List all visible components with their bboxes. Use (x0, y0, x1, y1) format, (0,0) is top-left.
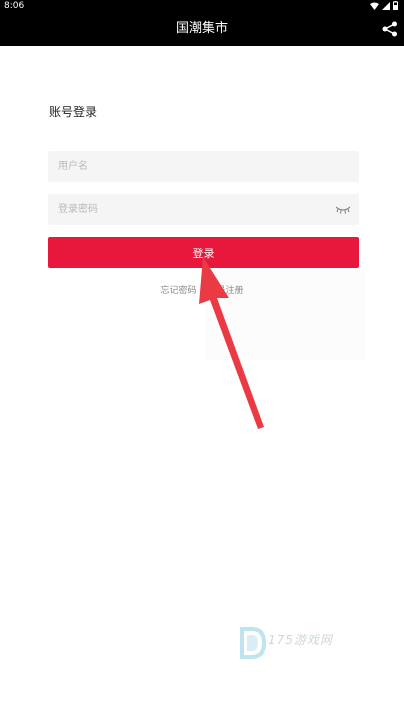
password-field-container (48, 194, 359, 225)
password-input[interactable] (48, 194, 308, 225)
battery-icon (393, 1, 398, 10)
username-field-container (48, 151, 359, 182)
watermark-logo (240, 627, 266, 659)
status-icons (370, 1, 398, 10)
signal-icon (382, 1, 390, 10)
share-icon[interactable] (382, 21, 398, 37)
eye-closed-icon[interactable] (335, 204, 351, 214)
forgot-password-link[interactable]: 忘记密码 (161, 286, 197, 296)
page-title: 国潮集市 (175, 21, 228, 36)
login-section-title: 账号登录 (49, 105, 98, 119)
wifi-icon (370, 2, 379, 10)
watermark-text: 175游戏网 (268, 633, 333, 647)
app-header: 国潮集市 (0, 12, 404, 46)
status-bar: 8:06 (0, 0, 404, 12)
auth-links: 忘记密码 账号注册 (0, 283, 404, 296)
watermark: 175游戏网 (238, 625, 362, 661)
status-time: 8:06 (4, 1, 25, 11)
username-input[interactable] (48, 151, 308, 182)
register-link[interactable]: 账号注册 (207, 286, 243, 296)
login-button[interactable]: 登录 (48, 237, 359, 268)
